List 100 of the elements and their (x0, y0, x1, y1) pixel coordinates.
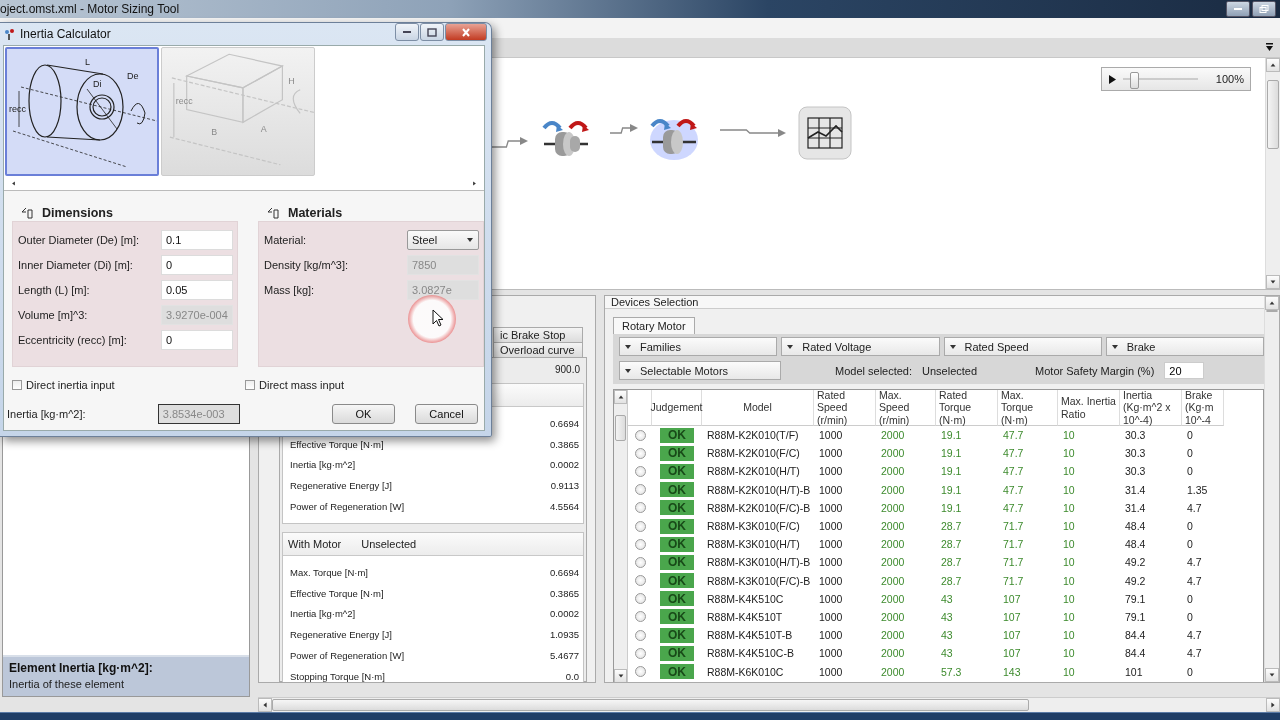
ok-button[interactable]: OK (331, 404, 395, 424)
field-label: Outer Diameter (De) [m]: (18, 234, 141, 246)
judgement-badge: OK (660, 482, 694, 498)
judgement-badge: OK (660, 573, 694, 589)
table-cell-text: 19.1 (940, 482, 963, 498)
table-cell-text: 10 (1062, 609, 1076, 625)
panel-title: Devices Selection (611, 296, 699, 308)
card-status: Unselected (361, 538, 417, 550)
table-cell-text: 2000 (880, 664, 906, 680)
judgement-badge: OK (660, 664, 694, 680)
table-cell-text: 10 (1062, 555, 1076, 571)
table-cell-text: 107 (1002, 609, 1022, 625)
judgement-badge: OK (660, 645, 694, 661)
column-header[interactable]: Rated Torque (N·m) (936, 390, 998, 426)
table-cell-text: R88M-K4K510C (706, 591, 785, 607)
dimension-label: De (127, 71, 139, 81)
table-cell-text: 4.7 (1186, 500, 1203, 516)
result-value: 0.3865 (549, 438, 579, 450)
table-cell-text: 4.7 (1186, 555, 1203, 571)
filter-dropdown[interactable]: Rated Speed (943, 337, 1102, 356)
table-cell-text: 0 (1186, 609, 1194, 625)
result-value: 5.4677 (549, 650, 579, 662)
table-cell-text: R88M-K4K510C-B (706, 646, 795, 662)
judgement-badge: OK (660, 591, 694, 607)
column-header[interactable]: Brake (Kg·m 10^-4 (1182, 390, 1224, 426)
result-value: 0.3865 (549, 587, 579, 599)
result-value: 1.0935 (549, 629, 579, 641)
table-cell-text: 107 (1002, 628, 1022, 644)
dimension-label: H (288, 75, 295, 86)
column-header[interactable]: Rated Speed (r/min) (814, 390, 876, 426)
table-cell-text: 1000 (818, 573, 844, 589)
material-dropdown[interactable]: Steel (407, 230, 479, 250)
column-header[interactable]: Max. Speed (r/min) (876, 390, 936, 426)
filter-dropdown[interactable]: Brake (1105, 337, 1264, 356)
result-label: Effective Torque [N·m] (290, 438, 384, 450)
table-cell-text: 28.7 (940, 555, 963, 571)
filter-dropdown[interactable]: Families (619, 337, 778, 356)
table-cell-text: 47.7 (1002, 482, 1025, 498)
text-field[interactable]: 0 (161, 330, 233, 350)
result-value: 0.9113 (550, 480, 579, 492)
table-cell-text: 19.1 (940, 464, 963, 480)
table-cell-text: 10 (1062, 464, 1076, 480)
column-header[interactable]: Max. Inertia Ratio (1058, 390, 1120, 426)
table-cell-text: R88M-K2K010(F/C)-B (706, 500, 812, 516)
tab[interactable]: ic Brake Stop (493, 327, 583, 342)
table-cell-text: 1000 (818, 428, 844, 444)
table-cell-text: 1.35 (1186, 482, 1209, 498)
text-field[interactable]: 0.1 (161, 230, 233, 250)
group-title: Materials (288, 206, 343, 220)
table-cell-text: 47.7 (1002, 464, 1025, 480)
column-header[interactable]: Inertia (Kg·m^2 x 10^-4) (1120, 390, 1182, 426)
table-cell-text: 28.7 (940, 573, 963, 589)
result-label: Max. Torque [N·m] (290, 566, 368, 578)
filter-dropdown[interactable]: Rated Voltage (781, 337, 940, 356)
table-cell-text: 10 (1062, 664, 1076, 680)
cancel-button[interactable]: Cancel (414, 404, 478, 424)
table-cell-text: 31.4 (1124, 482, 1147, 498)
judgement-badge: OK (660, 554, 694, 570)
dimension-label: L (85, 57, 90, 67)
table-cell-text: 1000 (818, 609, 844, 625)
table-cell-text: 1000 (818, 519, 844, 535)
table-cell-text: 0 (1186, 446, 1194, 462)
table-cell-text: R88M-K3K010(F/C) (706, 519, 801, 535)
dimension-label: Di (93, 79, 102, 89)
table-cell-text: 107 (1002, 646, 1022, 662)
text-field[interactable]: 0.05 (161, 280, 233, 300)
judgement-badge: OK (660, 500, 694, 516)
dialog-title: Inertia Calculator (20, 27, 111, 41)
tab[interactable]: Overload curve (493, 342, 583, 357)
table-cell-text: 71.7 (1002, 573, 1025, 589)
field-label: Inner Diameter (Di) [m]: (18, 259, 134, 271)
table-cell-text: 4.7 (1186, 646, 1203, 662)
field-label: Density [kg/m^3]: (264, 259, 350, 271)
table-cell-text: 79.1 (1124, 609, 1147, 625)
column-header[interactable]: Max. Torque (N·m) (998, 390, 1058, 426)
table-cell-text: 30.3 (1124, 464, 1147, 480)
margin-input[interactable]: 20 (1164, 362, 1205, 379)
table-cell-text: 47.7 (1002, 500, 1025, 516)
filter-dropdown[interactable]: Selectable Motors (619, 361, 781, 380)
table-cell-text: 2000 (880, 646, 906, 662)
result-label: Regenerative Energy [J] (290, 480, 392, 492)
column-header[interactable]: Model (702, 390, 814, 426)
table-cell-text: 101 (1124, 664, 1144, 680)
text-field[interactable]: 0 (161, 255, 233, 275)
table-cell-text: 30.3 (1124, 446, 1147, 462)
table-cell-text: 43 (940, 609, 954, 625)
table-cell-text: 71.7 (1002, 555, 1025, 571)
table-cell-text: 43 (940, 628, 954, 644)
table-cell-text: 1000 (818, 464, 844, 480)
dimension-label: B (211, 127, 218, 138)
column-header[interactable]: Judgement (652, 390, 702, 426)
table-cell-text: 2000 (880, 500, 906, 516)
shape-tile[interactable]: L De Di recc (5, 47, 159, 176)
tab[interactable]: Rotary Motor (613, 317, 695, 334)
table-cell-text: 19.1 (940, 428, 963, 444)
checkbox-label: Direct inertia input (26, 379, 115, 391)
result-value: 0.0002 (549, 459, 579, 471)
table-cell-text: 143 (1002, 664, 1022, 680)
field-label: Motor Safety Margin (%) (1035, 364, 1155, 377)
field-label: Volume [m]^3: (18, 309, 89, 321)
